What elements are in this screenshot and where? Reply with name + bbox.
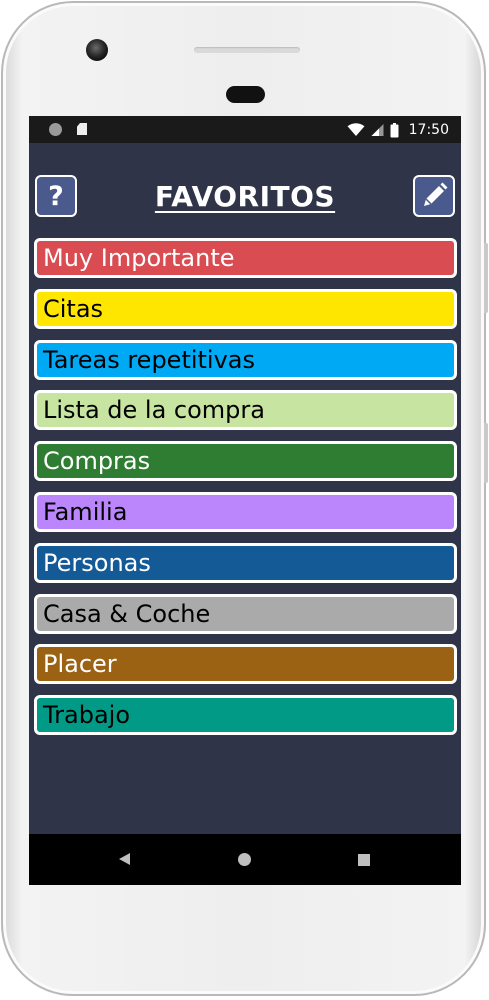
category-item[interactable]: Familia (34, 491, 457, 532)
category-label: Familia (43, 497, 128, 526)
status-icons: 17:50 (347, 120, 449, 140)
status-bar: 17:50 (29, 116, 461, 143)
recent-apps-square-icon[interactable] (358, 854, 370, 866)
phone-frame: 17:50 ? FAVORITOS Muy Importante Citas Tar… (1, 1, 488, 996)
power-button (484, 423, 488, 483)
sd-card-icon (77, 123, 87, 135)
pencil-icon (424, 182, 448, 206)
status-time: 17:50 (408, 122, 449, 138)
battery-icon (390, 122, 399, 137)
category-item[interactable]: Muy Importante (34, 238, 457, 278)
proximity-sensor (226, 86, 265, 103)
favorites-list: Muy Importante Citas Tareas repetitivas Lis… (34, 238, 457, 746)
category-item[interactable]: Citas (34, 288, 457, 329)
edit-button[interactable] (413, 175, 455, 217)
navigation-bar (29, 834, 461, 885)
category-label: Lista de la compra (43, 396, 265, 425)
cell-signal-icon (371, 124, 384, 136)
back-triangle-icon[interactable] (119, 853, 130, 865)
front-camera (86, 39, 108, 61)
category-label: Trabajo (43, 701, 130, 730)
category-label: Personas (43, 548, 151, 577)
category-label: Citas (43, 294, 104, 323)
category-label: Placer (43, 650, 117, 679)
earpiece-speaker (194, 47, 300, 53)
category-item[interactable]: Casa & Coche (34, 593, 457, 634)
category-label: Tareas repetitivas (43, 345, 256, 374)
app-screen: 17:50 ? FAVORITOS Muy Importante Citas Tar… (29, 116, 461, 885)
page-title: FAVORITOS (154, 180, 336, 213)
category-item[interactable]: Placer (34, 644, 457, 685)
notification-circle-icon (49, 123, 62, 136)
category-item[interactable]: Trabajo (34, 695, 457, 736)
category-label: Casa & Coche (43, 599, 211, 628)
category-label: Compras (43, 447, 151, 476)
category-item[interactable]: Lista de la compra (34, 390, 457, 431)
volume-button (484, 243, 488, 313)
category-item[interactable]: Personas (34, 542, 457, 583)
category-item[interactable]: Tareas repetitivas (34, 339, 457, 380)
category-item[interactable]: Compras (34, 441, 457, 482)
wifi-icon (347, 123, 365, 136)
header: ? FAVORITOS (29, 172, 461, 222)
category-label: Muy Importante (43, 244, 235, 272)
home-circle-icon[interactable] (238, 853, 251, 866)
